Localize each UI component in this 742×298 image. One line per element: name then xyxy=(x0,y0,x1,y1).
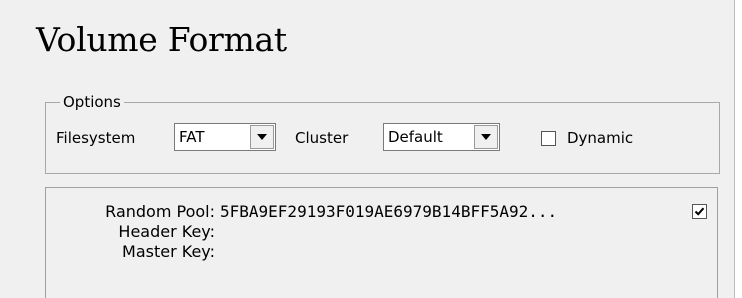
dynamic-checkbox[interactable] xyxy=(541,131,556,146)
key-info-box: Random Pool: 5FBA9EF29193F019AE6979B14BF… xyxy=(45,187,718,298)
page-title: Volume Format xyxy=(36,20,287,59)
filesystem-select-value: FAT xyxy=(179,128,205,146)
random-pool-value: 5FBA9EF29193F019AE6979B14BFF5A92... xyxy=(220,202,558,221)
random-pool-label: Random Pool: xyxy=(105,202,215,221)
chevron-down-icon xyxy=(481,134,491,140)
header-key-label: Header Key: xyxy=(118,222,215,241)
options-legend: Options xyxy=(60,93,124,111)
volume-format-panel: Volume Format Options Filesystem FAT Clu… xyxy=(0,0,735,298)
cluster-select-value: Default xyxy=(388,128,443,146)
chevron-down-icon xyxy=(257,134,267,140)
filesystem-label: Filesystem xyxy=(56,129,136,147)
master-key-label: Master Key: xyxy=(122,242,215,261)
checkmark-icon xyxy=(694,207,705,216)
filesystem-select[interactable]: FAT xyxy=(174,123,276,151)
show-random-pool-checkbox[interactable] xyxy=(692,204,707,219)
options-groupbox: Options Filesystem FAT Cluster Default D… xyxy=(45,93,720,174)
cluster-label: Cluster xyxy=(295,129,349,147)
cluster-select[interactable]: Default xyxy=(383,123,500,151)
dynamic-label[interactable]: Dynamic xyxy=(567,129,633,147)
filesystem-dropdown-button[interactable] xyxy=(250,125,274,149)
cluster-dropdown-button[interactable] xyxy=(474,125,498,149)
